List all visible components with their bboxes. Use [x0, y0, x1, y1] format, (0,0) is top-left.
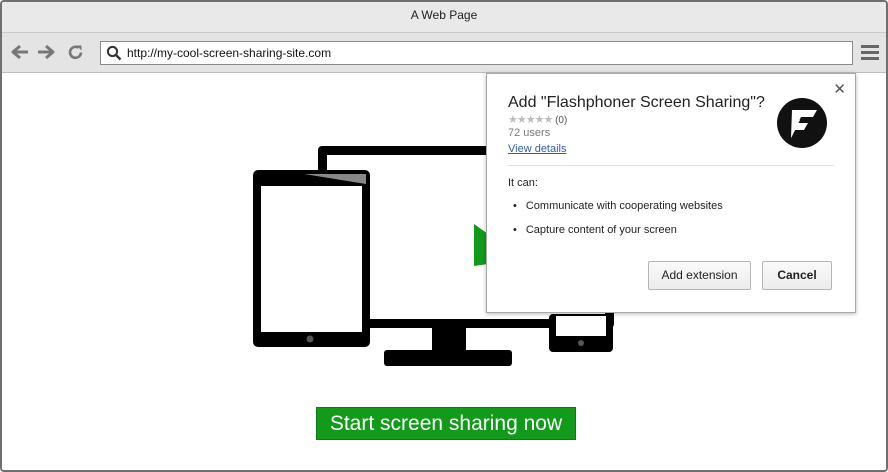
list-item: Communicate with cooperating websites	[513, 196, 723, 220]
hamburger-menu-icon	[861, 45, 879, 60]
view-details-link[interactable]: View details	[508, 143, 567, 155]
phone-home-button	[578, 340, 584, 346]
permissions-list: Communicate with cooperating websites Ca…	[513, 196, 723, 244]
monitor-neck	[432, 328, 466, 350]
rating-count: (0)	[555, 115, 568, 126]
back-button[interactable]	[10, 42, 30, 62]
window-title: A Web Page	[2, 2, 886, 33]
arrow-left-icon	[11, 45, 28, 59]
list-item: Capture content of your screen	[513, 220, 723, 244]
browser-window: A Web Page http://my-cool-screen-sharing…	[0, 0, 888, 472]
reload-button[interactable]	[65, 42, 85, 62]
phone-screen	[556, 316, 606, 336]
reload-icon	[68, 45, 82, 59]
rating: ★★★★★ (0)	[508, 113, 567, 126]
address-bar[interactable]: http://my-cool-screen-sharing-site.com	[100, 41, 853, 65]
tablet-home-button	[306, 335, 314, 343]
user-count: 72 users	[508, 127, 551, 139]
flashphoner-logo-icon	[777, 98, 827, 148]
menu-button[interactable]	[860, 43, 880, 63]
add-extension-button[interactable]: Add extension	[648, 261, 751, 290]
tablet-screen	[261, 186, 362, 332]
browser-toolbar: http://my-cool-screen-sharing-site.com	[2, 33, 886, 73]
permissions-heading: It can:	[508, 177, 538, 189]
star-rating-icon: ★★★★★	[508, 114, 553, 126]
close-icon[interactable]: ✕	[833, 80, 846, 98]
add-extension-dialog: ✕ Add "Flashphoner Screen Sharing"? ★★★★…	[486, 73, 856, 313]
dialog-title: Add "Flashphoner Screen Sharing"?	[508, 94, 765, 111]
cancel-button[interactable]: Cancel	[762, 261, 832, 290]
monitor-base	[384, 350, 512, 366]
forward-button[interactable]	[36, 42, 56, 62]
start-screen-sharing-button[interactable]: Start screen sharing now	[316, 407, 576, 440]
url-text: http://my-cool-screen-sharing-site.com	[127, 46, 332, 60]
divider	[508, 165, 834, 166]
search-icon	[106, 45, 122, 66]
arrow-right-icon	[38, 45, 55, 59]
